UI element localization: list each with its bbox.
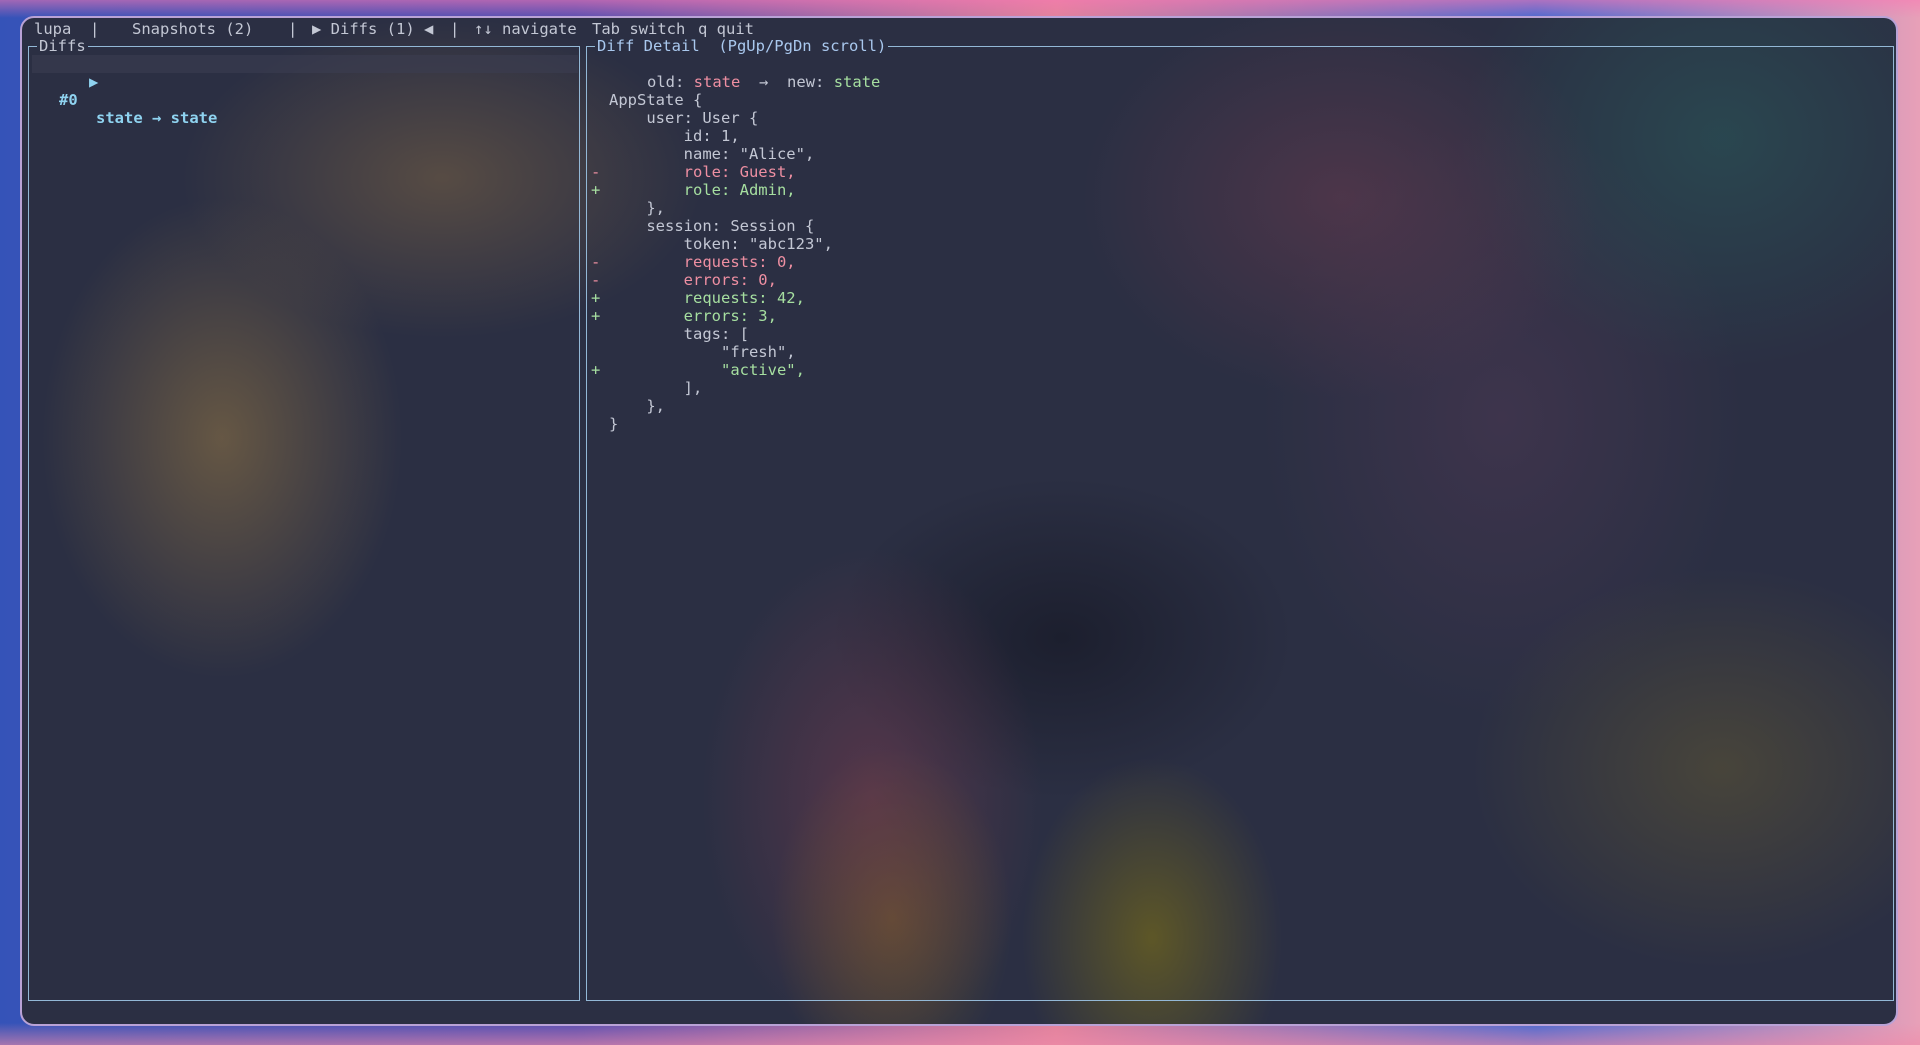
diff-sign: + (591, 181, 601, 199)
selection-marker-icon: ▶ (89, 73, 99, 91)
diff-sign: + (591, 361, 601, 379)
diff-text: AppState { (609, 91, 703, 109)
diff-sign (591, 199, 600, 217)
diff-text: errors: 3, (609, 307, 777, 325)
hint-navigate: ↑↓ navigate (474, 20, 577, 38)
diff-text: requests: 42, (609, 289, 805, 307)
diff-text: "fresh", (609, 343, 796, 361)
diff-text: role: Admin, (609, 181, 796, 199)
diff-line: ], (591, 379, 703, 397)
diff-text: name: "Alice", (609, 145, 815, 163)
diff-detail-title: Diff Detail (PgUp/PgDn scroll) (595, 37, 889, 55)
diff-text: tags: [ (609, 325, 749, 343)
separator: | (450, 20, 460, 38)
diff-sign: + (591, 289, 601, 307)
diff-line: tags: [ (591, 325, 749, 343)
diffs-panel-title: Diffs (37, 37, 88, 55)
diff-line: "fresh", (591, 343, 796, 361)
diff-text: role: Guest, (609, 163, 796, 181)
hint-quit: q quit (698, 20, 754, 38)
diff-sign (591, 343, 600, 361)
diff-text: } (609, 415, 619, 433)
diff-label: state → state (96, 109, 218, 127)
diff-detail-panel[interactable]: Diff Detail (PgUp/PgDn scroll) old: stat… (586, 37, 1894, 1001)
diff-sign: - (591, 253, 601, 271)
diff-sign: - (591, 271, 601, 289)
separator: | (90, 20, 100, 38)
diff-sign (591, 235, 600, 253)
diff-text: user: User { (609, 109, 759, 127)
list-item[interactable]: ▶ #0 state → state (33, 55, 573, 145)
diff-text: requests: 0, (609, 253, 796, 271)
diff-line: }, (591, 199, 665, 217)
app-name: lupa (34, 20, 72, 38)
diff-text: session: Session { (609, 217, 815, 235)
top-bar: lupa | Snapshots (2) | ▶ Diffs (1) ◀ | ↑… (22, 20, 1896, 38)
diff-line: id: 1, (591, 127, 740, 145)
diff-line: AppState { (591, 91, 702, 109)
diff-sign: + (591, 307, 601, 325)
diff-sign (591, 145, 600, 163)
diff-text: token: "abc123", (609, 235, 833, 253)
diff-sign (591, 91, 600, 109)
new-label: new: (787, 73, 825, 91)
diff-text: ], (609, 379, 703, 397)
diff-sign (591, 109, 600, 127)
hint-switch: Tab switch (592, 20, 686, 38)
diff-line: token: "abc123", (591, 235, 833, 253)
diff-line: + "active", (591, 361, 805, 379)
new-value: state (833, 73, 881, 91)
diff-text: "active", (609, 361, 805, 379)
diff-text: id: 1, (609, 127, 740, 145)
diff-line: }, (591, 397, 665, 415)
diff-line: user: User { (591, 109, 758, 127)
diff-line: + requests: 42, (591, 289, 805, 307)
diff-text: }, (609, 199, 665, 217)
diff-line: } (591, 415, 618, 433)
diff-line: name: "Alice", (591, 145, 815, 163)
tab-snapshots[interactable]: Snapshots (2) (132, 20, 253, 38)
arrow-icon: → (759, 73, 769, 91)
terminal-window: lupa | Snapshots (2) | ▶ Diffs (1) ◀ | ↑… (20, 16, 1898, 1026)
diff-line: - errors: 0, (591, 271, 777, 289)
diffs-panel: Diffs ▶ #0 state → state (28, 37, 580, 1001)
diff-line: - role: Guest, (591, 163, 796, 181)
diff-sign (591, 415, 600, 433)
diff-sign (591, 397, 600, 415)
diff-text: errors: 0, (609, 271, 777, 289)
diff-line: - requests: 0, (591, 253, 796, 271)
diff-line: + errors: 3, (591, 307, 777, 325)
old-label: old: (647, 73, 685, 91)
diff-sign (591, 127, 600, 145)
diff-index: #0 (59, 91, 78, 109)
diff-line: + role: Admin, (591, 181, 796, 199)
tab-diffs[interactable]: ▶ Diffs (1) ◀ (312, 20, 433, 38)
diff-sign: - (591, 163, 601, 181)
diff-sign (591, 325, 600, 343)
diff-sign (591, 379, 600, 397)
separator: | (288, 20, 298, 38)
old-value: state (693, 73, 741, 91)
diff-text: }, (609, 397, 665, 415)
diff-sign (591, 217, 600, 235)
diff-line: session: Session { (591, 217, 814, 235)
